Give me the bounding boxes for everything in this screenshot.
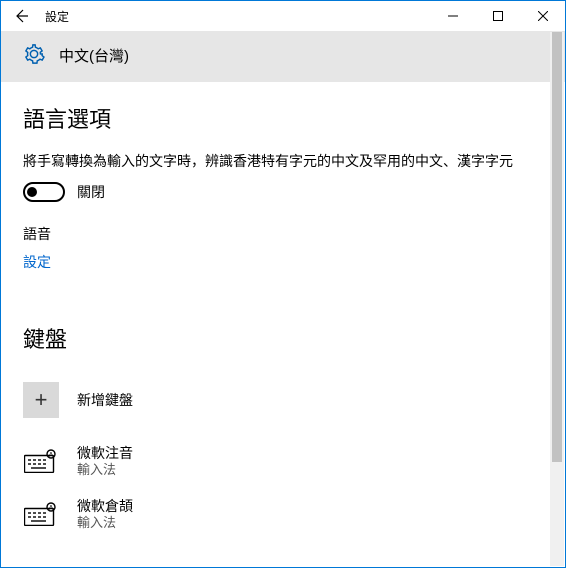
svg-text:A: A (49, 452, 54, 459)
keyboard-name: 微軟注音 (77, 444, 133, 462)
close-button[interactable] (520, 1, 565, 31)
close-icon (538, 11, 548, 21)
back-button[interactable] (1, 1, 41, 31)
keyboards-heading: 鍵盤 (23, 322, 543, 354)
keyboard-sub: 輸入法 (77, 462, 133, 479)
arrow-left-icon (13, 8, 29, 24)
speech-label: 語音 (23, 224, 543, 244)
minimize-button[interactable] (430, 1, 475, 31)
keyboard-item-text: 微軟倉頡 輸入法 (77, 497, 133, 532)
keyboard-item-text: 微軟注音 輸入法 (77, 444, 133, 479)
maximize-icon (493, 11, 503, 21)
handwriting-description: 將手寫轉換為輸入的文字時，辨識香港特有字元的中文及罕用的中文、漢字字元 (23, 152, 543, 172)
keyboard-icon: A (23, 500, 59, 528)
scrollbar-thumb[interactable] (552, 32, 562, 462)
scrollbar[interactable] (550, 32, 564, 566)
title-bar: 設定 (1, 1, 565, 31)
gear-icon (23, 43, 45, 68)
minimize-icon (448, 11, 458, 21)
maximize-button[interactable] (475, 1, 520, 31)
language-options-heading: 語言選項 (23, 102, 543, 134)
content-area: 語言選項 將手寫轉換為輸入的文字時，辨識香港特有字元的中文及罕用的中文、漢字字元… (1, 82, 565, 560)
handwriting-toggle[interactable] (23, 182, 65, 202)
toggle-knob-icon (27, 187, 37, 197)
window-title: 設定 (41, 8, 430, 25)
window-controls (430, 1, 565, 31)
keyboard-sub: 輸入法 (77, 515, 133, 532)
keyboard-icon: A (23, 447, 59, 475)
add-keyboard-label: 新增鍵盤 (77, 390, 133, 410)
page-header: 中文(台灣) (1, 31, 565, 82)
keyboard-item[interactable]: A 微軟注音 輸入法 (23, 444, 543, 479)
keyboard-name: 微軟倉頡 (77, 497, 133, 515)
plus-icon: + (23, 382, 59, 418)
language-name: 中文(台灣) (59, 45, 129, 66)
svg-text:A: A (49, 505, 54, 512)
toggle-state-label: 關閉 (77, 182, 105, 202)
keyboard-item[interactable]: A 微軟倉頡 輸入法 (23, 497, 543, 532)
add-keyboard-button[interactable]: + 新增鍵盤 (23, 382, 543, 418)
speech-settings-link[interactable]: 設定 (23, 252, 51, 272)
handwriting-toggle-row: 關閉 (23, 182, 543, 202)
